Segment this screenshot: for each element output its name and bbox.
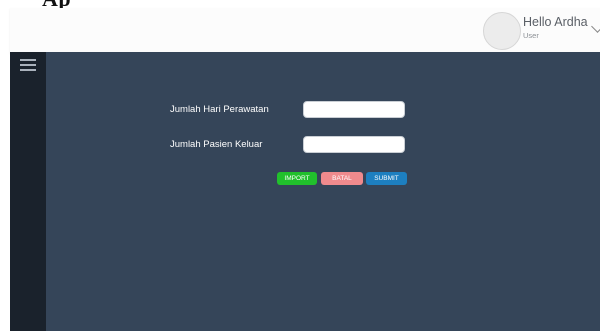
hamburger-icon[interactable] — [20, 59, 36, 71]
import-button[interactable]: IMPORT — [277, 172, 317, 185]
user-role: User — [523, 31, 539, 40]
main-content: Jumlah Hari Perawatan Jumlah Pasien Kelu… — [46, 52, 600, 331]
batal-button[interactable]: BATAL — [321, 172, 363, 185]
sidebar — [10, 52, 46, 331]
hari-perawatan-input[interactable] — [303, 101, 405, 118]
chevron-down-icon[interactable] — [591, 20, 600, 33]
top-strip: Ap — [0, 0, 600, 11]
avatar[interactable] — [483, 12, 521, 50]
submit-button[interactable]: SUBMIT — [366, 172, 407, 185]
field-label-pasien-keluar: Jumlah Pasien Keluar — [170, 139, 263, 150]
field-label-hari-perawatan: Jumlah Hari Perawatan — [170, 104, 269, 115]
pasien-keluar-input[interactable] — [303, 136, 405, 153]
top-header: Hello Ardha User — [10, 8, 600, 53]
user-name[interactable]: Hello Ardha — [523, 15, 588, 29]
